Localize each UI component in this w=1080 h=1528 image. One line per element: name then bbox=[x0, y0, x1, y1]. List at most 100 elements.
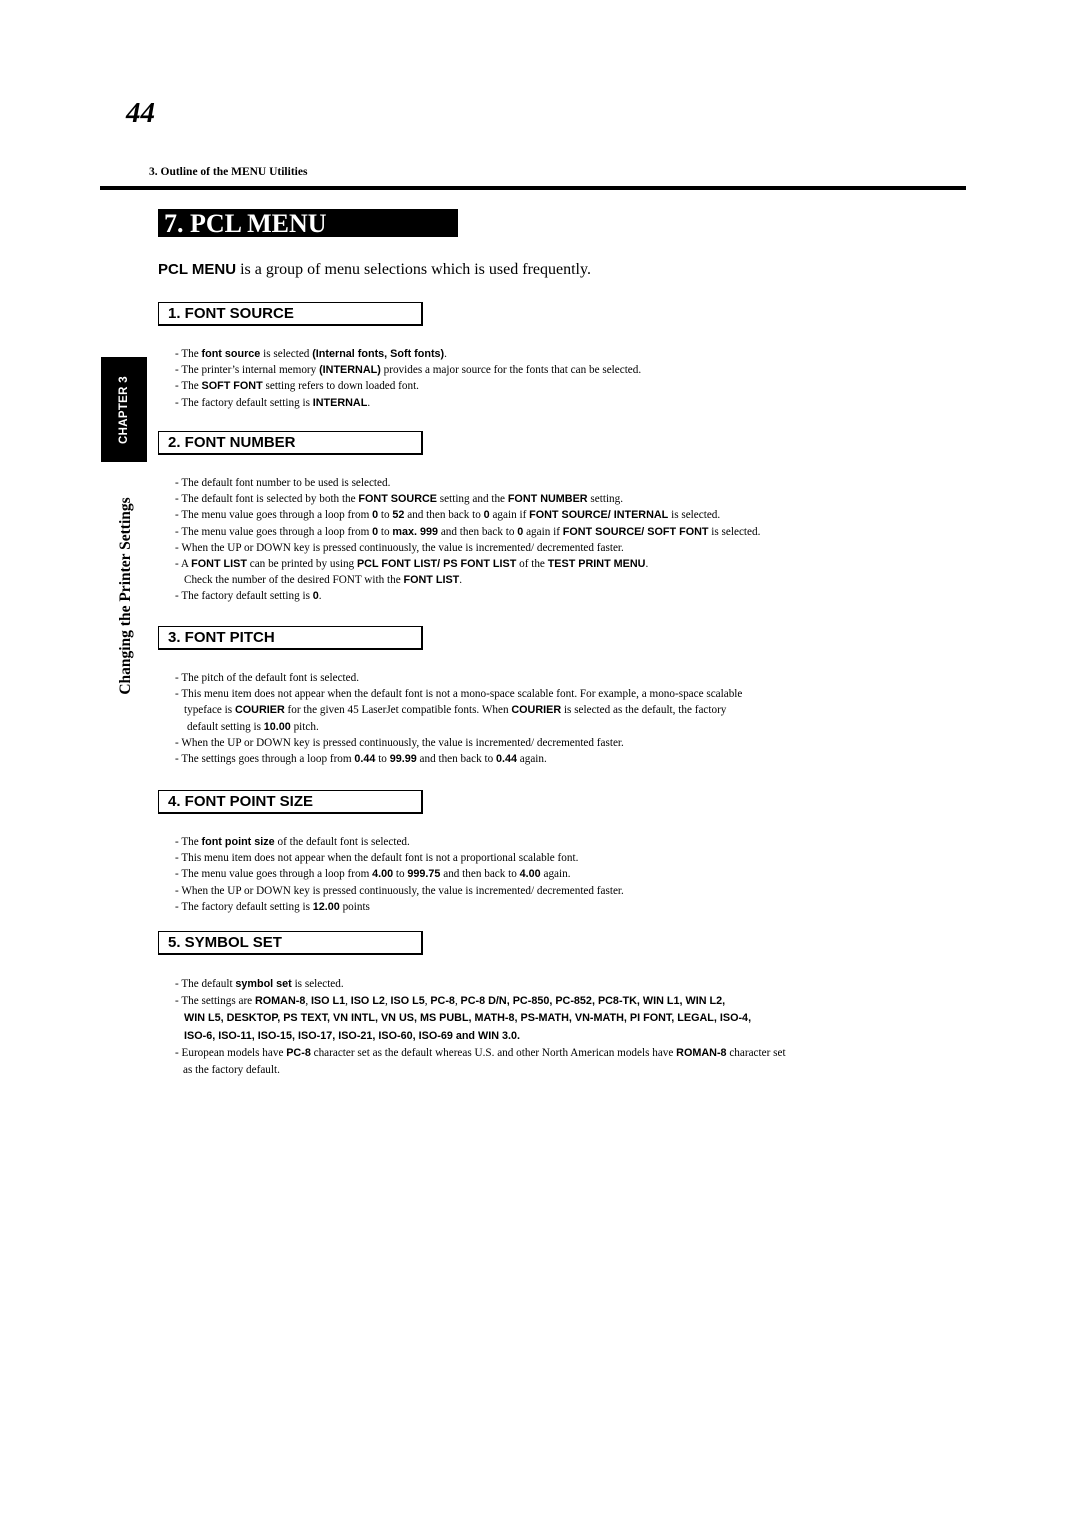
text-run: - When the UP or DOWN key is pressed con… bbox=[175, 541, 624, 554]
text-run: is selected. bbox=[291, 978, 344, 990]
text-run: - The menu value goes through a loop fro… bbox=[175, 509, 373, 522]
text-run: again. bbox=[540, 868, 571, 881]
bold-term: COURIER bbox=[234, 704, 285, 717]
bullet-line: ISO-6, ISO-11, ISO-15, ISO-17, ISO-21, I… bbox=[175, 1028, 786, 1045]
text-run: . bbox=[367, 396, 371, 409]
bullet-line: - The settings are ROMAN-8, ISO L1, ISO … bbox=[175, 993, 786, 1010]
bold-term: 0.44 bbox=[354, 753, 376, 766]
text-run: is selected bbox=[260, 348, 313, 360]
text-run: - The bbox=[175, 348, 202, 360]
text-run: to bbox=[375, 753, 390, 766]
text-run: Check the number of the desired FONT wit… bbox=[184, 574, 404, 587]
text-run: - The factory default setting is bbox=[175, 396, 313, 409]
chapter-tab-label: CHAPTER 3 bbox=[118, 375, 130, 444]
bullet-line: - The SOFT FONT setting refers to down l… bbox=[175, 378, 641, 394]
bold-term: symbol set bbox=[235, 978, 292, 990]
text-run: . bbox=[459, 574, 463, 587]
text-run: setting refers to down loaded font. bbox=[262, 380, 419, 393]
bullet-line: typeface is COURIER for the given 45 Las… bbox=[175, 702, 742, 718]
text-run: - The pitch of the default font is selec… bbox=[175, 672, 360, 684]
bold-term: ISO L2 bbox=[350, 995, 385, 1008]
bold-term: FONT LIST bbox=[191, 558, 247, 571]
bold-term: font source bbox=[201, 348, 261, 360]
bold-term: TEST PRINT MENU bbox=[547, 558, 646, 571]
text-run: . bbox=[645, 558, 649, 571]
text-run: - The default font is selected by both t… bbox=[175, 493, 359, 506]
bullet-line: - The settings goes through a loop from … bbox=[175, 751, 742, 767]
text-run: as the factory default. bbox=[183, 1064, 280, 1077]
text-run: of the bbox=[516, 558, 548, 571]
text-run: - The menu value goes through a loop fro… bbox=[175, 525, 373, 538]
bullet-line: WIN L5, DESKTOP, PS TEXT, VN INTL, VN US… bbox=[175, 1010, 786, 1027]
bullet-line: Check the number of the desired FONT wit… bbox=[175, 572, 760, 588]
bold-term: PC-8 bbox=[430, 995, 455, 1008]
text-run: - The bbox=[175, 380, 202, 393]
bullet-line: - This menu item does not appear when th… bbox=[175, 850, 624, 866]
bullet-line: - The factory default setting is 12.00 p… bbox=[175, 899, 624, 915]
page-title: 7. PCL MENU bbox=[158, 209, 458, 238]
text-run: is a group of menu selections which is u… bbox=[236, 261, 591, 278]
bold-term: INTERNAL bbox=[312, 396, 368, 409]
text-run: - The factory default setting is bbox=[175, 590, 313, 603]
text-run: is selected as the default, the factory bbox=[561, 704, 727, 717]
side-title: Changing the Printer Settings bbox=[117, 497, 134, 695]
bold-term: ROMAN-8 bbox=[254, 995, 306, 1008]
bold-term: 0.44 bbox=[495, 753, 517, 766]
section-body-symbol-set: - The default symbol set is selected. - T… bbox=[175, 976, 786, 1079]
bold-term: font point size bbox=[201, 836, 275, 848]
text-run: and then back to bbox=[404, 509, 484, 522]
bold-term: max. 999 bbox=[392, 525, 439, 538]
text-run: again if bbox=[489, 509, 530, 522]
bullet-line: - The menu value goes through a loop fro… bbox=[175, 866, 624, 882]
text-run: - The default font number to be used is … bbox=[175, 477, 391, 489]
bold-term: FONT NUMBER bbox=[507, 493, 588, 506]
chapter-tab: CHAPTER 3 bbox=[101, 357, 147, 462]
bullet-line: - When the UP or DOWN key is pressed con… bbox=[175, 883, 624, 899]
text-run: - The printer’s internal memory bbox=[175, 364, 320, 377]
intro-paragraph: PCL MENU is a group of menu selections w… bbox=[158, 260, 591, 280]
bullet-line: - European models have PC-8 character se… bbox=[175, 1045, 786, 1062]
bold-term: 999.75 bbox=[407, 868, 441, 881]
bullet-line: - The menu value goes through a loop fro… bbox=[175, 524, 760, 540]
text-run: - The factory default setting is bbox=[175, 900, 313, 913]
text-run: - When the UP or DOWN key is pressed con… bbox=[175, 884, 624, 897]
text-run: is selected. bbox=[708, 525, 761, 538]
bullet-line: - The font point size of the default fon… bbox=[175, 834, 624, 850]
bullet-line: - The default font is selected by both t… bbox=[175, 491, 760, 507]
bold-term: WIN L5, DESKTOP, PS TEXT, VN INTL, VN US… bbox=[184, 1012, 752, 1025]
bullet-line: - A FONT LIST can be printed by using PC… bbox=[175, 556, 760, 572]
text-run: setting. bbox=[587, 493, 624, 506]
bullet-line: - When the UP or DOWN key is pressed con… bbox=[175, 735, 742, 751]
bullet-line: as the factory default. bbox=[175, 1062, 786, 1079]
section-heading-symbol-set: 5. SYMBOL SET bbox=[158, 931, 423, 955]
text-run: - The default bbox=[175, 978, 236, 990]
bold-term: PC-8 bbox=[286, 1046, 311, 1059]
bold-term: FONT SOURCE bbox=[358, 493, 437, 506]
section-body-font-pitch: - The pitch of the default font is selec… bbox=[175, 670, 742, 767]
bold-term: COURIER bbox=[511, 704, 562, 717]
bullet-line: - The menu value goes through a loop fro… bbox=[175, 507, 760, 523]
bold-term: SOFT FONT bbox=[201, 380, 263, 393]
bold-term: (INTERNAL) bbox=[319, 364, 381, 377]
text-run: - The settings are bbox=[175, 995, 255, 1008]
text-run: . bbox=[444, 348, 447, 360]
bold-term: PCL FONT LIST/ PS FONT LIST bbox=[356, 558, 517, 571]
text-run: setting and the bbox=[436, 493, 508, 506]
section-body-font-number: - The default font number to be used is … bbox=[175, 475, 760, 605]
text-run: and then back to bbox=[440, 868, 520, 881]
bold-term: PCL MENU bbox=[158, 261, 237, 278]
bullet-line: - The pitch of the default font is selec… bbox=[175, 670, 742, 686]
bold-term: FONT SOURCE/ SOFT FONT bbox=[562, 525, 709, 538]
text-run: to bbox=[393, 868, 408, 881]
text-run: character set as the default whereas U.S… bbox=[310, 1046, 677, 1059]
text-run: of the default font is selected. bbox=[274, 836, 410, 848]
bold-term: 4.00 bbox=[372, 868, 394, 881]
bullet-line: - The default symbol set is selected. bbox=[175, 976, 786, 993]
bullet-line: - The font source is selected (Internal … bbox=[175, 346, 641, 362]
bold-term: FONT SOURCE/ INTERNAL bbox=[529, 509, 669, 522]
text-run: default setting is bbox=[187, 720, 264, 733]
bullet-line: default setting is 10.00 pitch. bbox=[175, 719, 742, 735]
bullet-line: - The printer’s internal memory (INTERNA… bbox=[175, 362, 641, 378]
text-run: and then back to bbox=[438, 525, 518, 538]
text-run: points bbox=[339, 900, 370, 913]
